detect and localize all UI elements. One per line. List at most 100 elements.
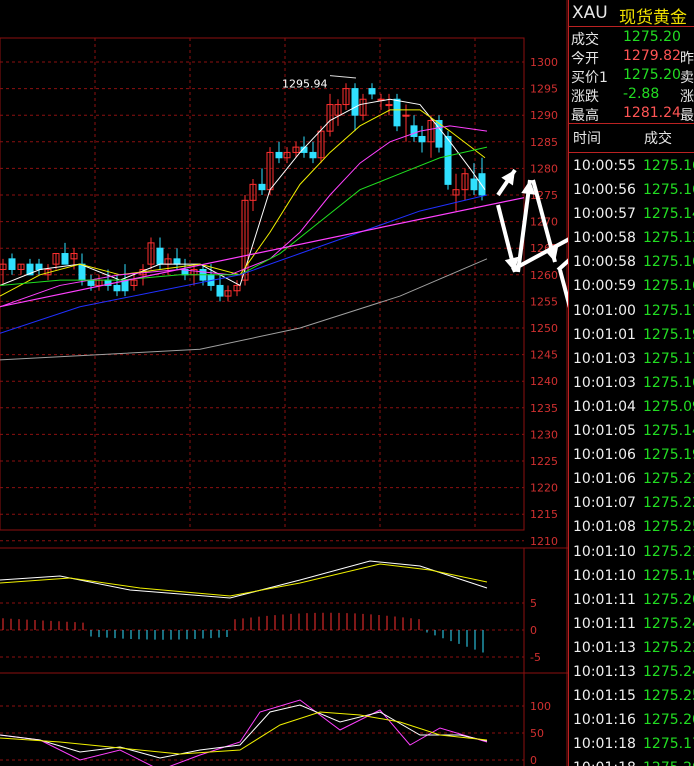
tick-row[interactable]: 10:00:56 1275.16 (569, 179, 694, 203)
tick-row[interactable]: 10:00:57 1275.14 (569, 203, 694, 227)
tick-price: 1275.24 (643, 615, 694, 632)
tick-time: 10:01:03 (573, 374, 636, 391)
tick-row[interactable]: 10:01:03 1275.16 (569, 372, 694, 396)
tick-price: 1275.25 (643, 688, 694, 705)
quote-extra-label: 卖 (680, 70, 694, 86)
tick-row[interactable]: 10:01:13 1275.23 (569, 637, 694, 661)
tick-time: 10:00:58 (573, 230, 636, 247)
tick-time: 10:01:16 (573, 712, 636, 729)
tick-row[interactable]: 10:00:58 1275.13 (569, 227, 694, 251)
price-axis-label: 1255 (530, 295, 558, 308)
instrument-name: 现货黄金 (619, 8, 687, 28)
price-axis-label: 1295 (530, 83, 558, 96)
tick-row[interactable]: 10:01:07 1275.22 (569, 492, 694, 516)
tick-row[interactable]: 10:01:04 1275.09 (569, 396, 694, 420)
tick-price: 1275.19 (643, 326, 694, 343)
candle-body (35, 263, 43, 270)
candle-body (393, 98, 401, 127)
candlestick-chart[interactable]: 1300129512901285128012751270126512601255… (0, 0, 568, 766)
tick-row[interactable]: 10:00:55 1275.16 (569, 155, 694, 179)
quote-value: 1279.82 (623, 48, 681, 64)
symbol-code: XAU (572, 3, 608, 23)
candle-body (216, 284, 224, 297)
tick-time: 10:00:59 (573, 278, 636, 295)
tick-price: 1275.20 (643, 591, 694, 608)
price-axis-label: 1260 (530, 269, 558, 282)
tick-price: 1275.09 (643, 398, 694, 415)
tick-price: 1275.13 (643, 230, 694, 247)
high-price-annotation: 1295.94 (282, 78, 328, 91)
tick-time: 10:01:13 (573, 663, 636, 680)
candle-body (368, 88, 376, 95)
tick-time: 10:01:03 (573, 350, 636, 367)
tick-price: 1275.14 (643, 206, 694, 223)
price-axis-label: 1215 (530, 508, 558, 521)
candle-body (309, 151, 317, 159)
tick-row[interactable]: 10:00:58 1275.16 (569, 251, 694, 275)
tick-time: 10:01:10 (573, 543, 636, 560)
tick-row[interactable]: 10:01:11 1275.24 (569, 613, 694, 637)
tick-time: 10:01:18 (573, 760, 636, 766)
tick-price: 1275.16 (643, 182, 694, 199)
candle-body (258, 183, 266, 191)
price-axis-label: 1290 (530, 109, 558, 122)
tick-row[interactable]: 10:01:11 1275.20 (569, 589, 694, 613)
tick-row[interactable]: 10:01:06 1275.21 (569, 468, 694, 492)
price-axis-label: 1285 (530, 136, 558, 149)
quote-extra-label: 昨 (680, 51, 694, 67)
chart-area[interactable]: 1300129512901285128012751270126512601255… (0, 0, 568, 766)
tick-time: 10:01:01 (573, 326, 636, 343)
tick-row[interactable]: 10:00:59 1275.16 (569, 275, 694, 299)
kdj-axis-label: 50 (530, 727, 544, 740)
tick-row[interactable]: 10:01:13 1275.24 (569, 661, 694, 685)
tick-row[interactable]: 10:01:18 1275.17 (569, 733, 694, 757)
price-axis-label: 1300 (530, 56, 558, 69)
quote-label: 买价1 (571, 70, 608, 86)
price-axis-label: 1225 (530, 455, 558, 468)
quote-row: 成交 1275.20 (569, 28, 694, 48)
candle-body (78, 263, 86, 281)
tick-time: 10:01:11 (573, 615, 636, 632)
tick-row[interactable]: 10:01:08 1275.25 (569, 516, 694, 540)
price-axis-label: 1210 (530, 535, 558, 548)
price-axis-label: 1240 (530, 375, 558, 388)
ma20-line (0, 125, 488, 308)
time-column-header: 时间 (573, 131, 601, 147)
tick-row[interactable]: 10:01:03 1275.17 (569, 348, 694, 372)
tick-row[interactable]: 10:01:00 1275.17 (569, 300, 694, 324)
tick-list[interactable]: 10:00:55 1275.16 10:00:56 1275.16 10:00:57 12… (569, 153, 694, 766)
quote-value: 1275.20 (623, 29, 681, 45)
tick-time: 10:00:57 (573, 206, 636, 223)
tick-price: 1275.16 (643, 278, 694, 295)
candle-body (478, 173, 486, 196)
quote-row: 最高 1281.24 最 (569, 104, 694, 124)
tick-row[interactable]: 10:01:18 1275.20 (569, 757, 694, 766)
candle-body (275, 151, 283, 159)
quote-value: -2.88 (623, 86, 660, 102)
tick-price: 1275.19 (643, 447, 694, 464)
tick-price: 1275.21 (643, 471, 694, 488)
macd-axis-label: 5 (530, 597, 537, 610)
tick-price: 1275.20 (643, 712, 694, 729)
tick-time: 10:01:06 (573, 447, 636, 464)
tick-row[interactable]: 10:01:01 1275.19 (569, 324, 694, 348)
tick-price: 1275.25 (643, 519, 694, 536)
candle-body (8, 258, 16, 270)
price-axis-label: 1230 (530, 428, 558, 441)
macd-axis-label: -5 (530, 651, 541, 664)
tick-row[interactable]: 10:01:10 1275.19 (569, 565, 694, 589)
quote-value: 1281.24 (623, 105, 681, 121)
tick-time: 10:00:58 (573, 254, 636, 271)
quote-label: 成交 (571, 32, 599, 48)
tick-row[interactable]: 10:01:06 1275.19 (569, 444, 694, 468)
tick-row[interactable]: 10:01:16 1275.20 (569, 709, 694, 733)
tick-time: 10:00:55 (573, 158, 636, 174)
tick-time: 10:01:07 (573, 495, 636, 512)
tick-row[interactable]: 10:01:05 1275.14 (569, 420, 694, 444)
quote-extra-label: 最 (680, 108, 694, 124)
tick-row[interactable]: 10:01:15 1275.25 (569, 685, 694, 709)
tick-time: 10:01:08 (573, 519, 636, 536)
tick-price: 1275.20 (643, 760, 694, 766)
tick-row[interactable]: 10:01:10 1275.21 (569, 541, 694, 565)
candle-body (385, 104, 393, 107)
